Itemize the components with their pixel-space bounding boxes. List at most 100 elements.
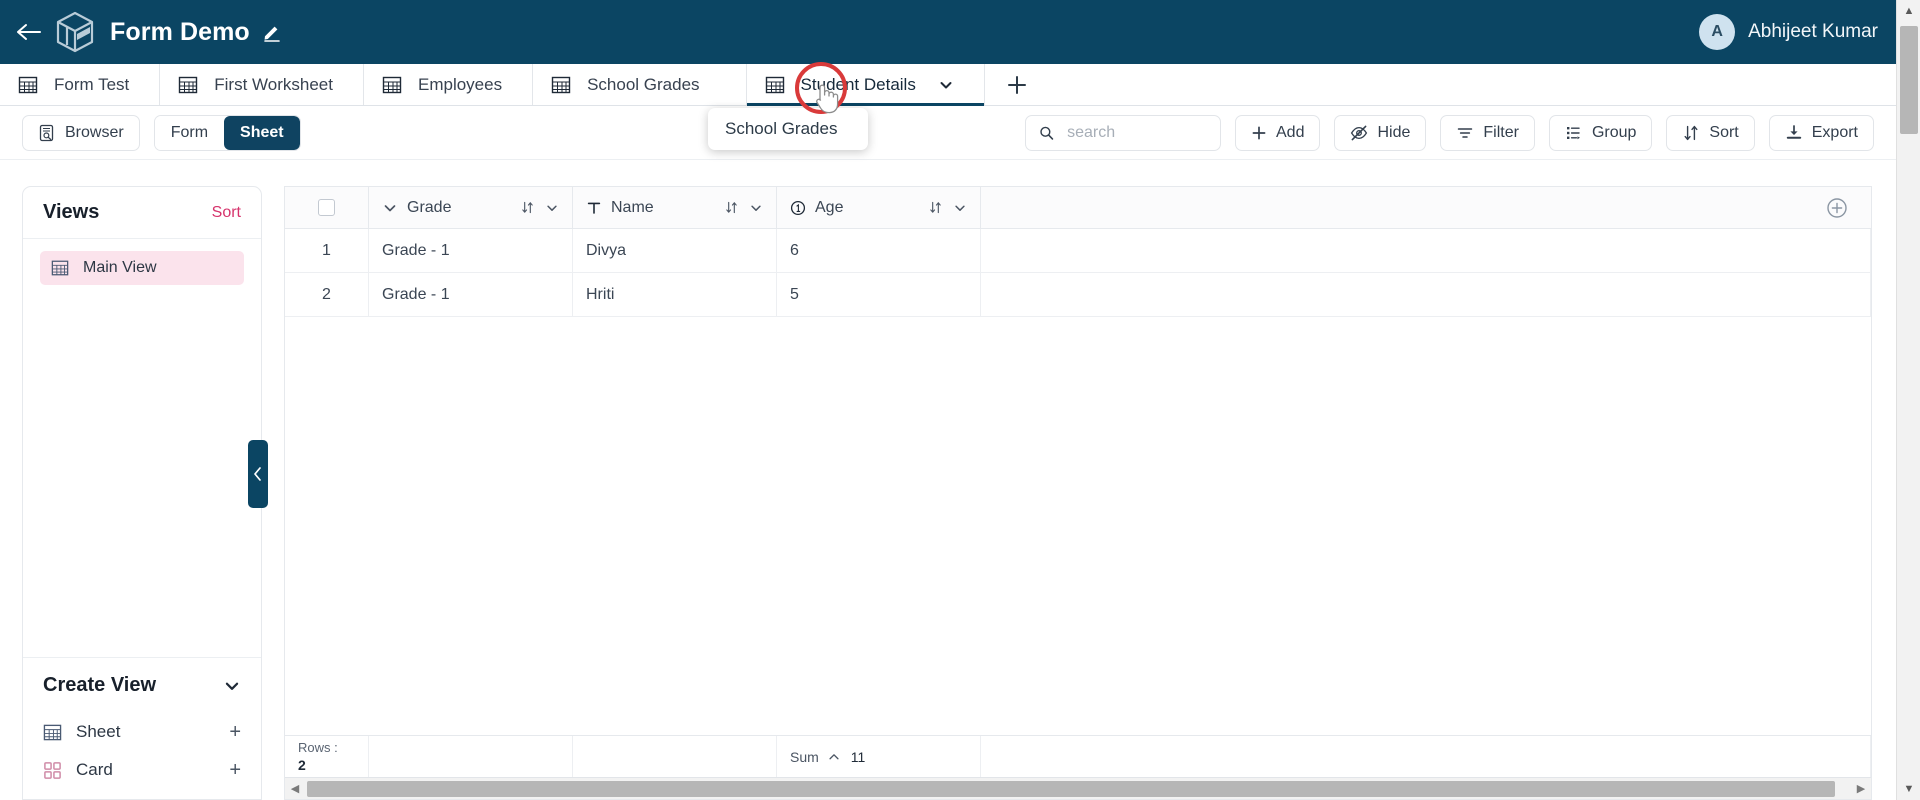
search-input[interactable] bbox=[1065, 122, 1207, 143]
create-view-sheet[interactable]: Sheet + bbox=[43, 713, 241, 751]
vscroll-thumb[interactable] bbox=[1900, 26, 1918, 134]
browser-label: Browser bbox=[65, 123, 124, 141]
tab-student-details[interactable]: Student Details bbox=[746, 64, 985, 106]
views-sort-button[interactable]: Sort bbox=[212, 204, 241, 222]
add-sheet-view-button[interactable]: + bbox=[229, 721, 241, 744]
back-button[interactable] bbox=[14, 17, 44, 47]
hscroll-thumb[interactable] bbox=[307, 780, 1835, 797]
add-card-view-button[interactable]: + bbox=[229, 759, 241, 782]
rows-value: 2 bbox=[298, 757, 306, 773]
sort-button[interactable]: Sort bbox=[1666, 114, 1755, 151]
table-icon bbox=[551, 75, 571, 95]
select-all-checkbox[interactable] bbox=[318, 199, 335, 216]
chevron-up-icon[interactable] bbox=[827, 750, 841, 764]
plus-icon bbox=[1252, 126, 1266, 139]
cell-grade[interactable]: Grade - 1 bbox=[369, 229, 573, 272]
number-1-icon bbox=[790, 200, 806, 216]
views-title: Views bbox=[43, 201, 100, 223]
search-icon bbox=[1040, 126, 1054, 140]
tab-form-test[interactable]: Form Test bbox=[0, 64, 161, 105]
group-label: Group bbox=[1591, 123, 1637, 141]
views-list: Main View bbox=[23, 239, 261, 285]
column-menu-icon[interactable] bbox=[749, 201, 763, 215]
column-header-controls bbox=[724, 200, 763, 215]
hscroll-track[interactable] bbox=[305, 780, 1851, 797]
sort-arrows-icon[interactable] bbox=[928, 200, 943, 215]
search-box[interactable] bbox=[1025, 114, 1221, 151]
hide-fields-button[interactable]: Hide bbox=[1334, 114, 1427, 151]
chevron-down-icon bbox=[382, 200, 398, 216]
sidebar-collapse-handle[interactable] bbox=[248, 440, 268, 508]
create-view-title: Create View bbox=[43, 674, 157, 696]
tab-label: First Worksheet bbox=[214, 74, 333, 94]
plus-circle-icon bbox=[1827, 197, 1847, 218]
chevron-down-icon[interactable] bbox=[223, 677, 241, 695]
scroll-up-icon[interactable]: ▲ bbox=[1897, 0, 1920, 22]
summary-grade[interactable] bbox=[369, 736, 573, 777]
cell-grade[interactable]: Grade - 1 bbox=[369, 273, 573, 316]
export-label: Export bbox=[1811, 123, 1858, 141]
view-item-label: Main View bbox=[83, 259, 157, 276]
sum-value: 11 bbox=[850, 748, 866, 765]
summary-name[interactable] bbox=[573, 736, 777, 777]
views-header: Views Sort bbox=[23, 187, 261, 239]
add-label: Add bbox=[1276, 123, 1305, 141]
column-menu-icon[interactable] bbox=[953, 201, 967, 215]
rows-label: Rows : bbox=[298, 740, 338, 755]
window-vertical-scrollbar[interactable]: ▲ ▼ bbox=[1896, 0, 1920, 800]
grid-horizontal-scrollbar[interactable]: ◀ ▶ bbox=[285, 777, 1871, 799]
table-row[interactable]: 2 Grade - 1 Hriti 5 bbox=[285, 273, 1871, 317]
row-index: 1 bbox=[285, 229, 369, 272]
column-header-empty bbox=[981, 187, 1871, 228]
edit-title-button[interactable] bbox=[262, 22, 282, 42]
add-button[interactable]: Add bbox=[1235, 114, 1321, 151]
cell-empty bbox=[981, 229, 1871, 272]
create-view-header[interactable]: Create View bbox=[43, 674, 241, 697]
filter-label: Filter bbox=[1483, 123, 1519, 141]
column-header-label: Name bbox=[611, 198, 654, 216]
filter-icon bbox=[1458, 127, 1473, 138]
cell-age[interactable]: 6 bbox=[777, 229, 981, 272]
grid-header-row: Grade Name Age bbox=[285, 187, 1871, 229]
column-header-grade[interactable]: Grade bbox=[369, 187, 573, 228]
group-button[interactable]: Group bbox=[1548, 114, 1653, 151]
hide-label: Hide bbox=[1377, 123, 1411, 141]
scroll-down-icon[interactable]: ▼ bbox=[1897, 778, 1920, 800]
table-icon bbox=[43, 723, 62, 742]
tab-employees[interactable]: Employees bbox=[364, 64, 534, 105]
scroll-left-icon[interactable]: ◀ bbox=[285, 782, 305, 795]
tabs-spacer bbox=[1049, 64, 1896, 105]
tab-first-worksheet[interactable]: First Worksheet bbox=[160, 64, 364, 105]
add-column-button[interactable] bbox=[1826, 197, 1848, 219]
form-mode-button[interactable]: Form bbox=[154, 115, 225, 150]
column-header-label: Grade bbox=[407, 198, 452, 216]
plus-icon bbox=[1007, 75, 1026, 94]
summary-age[interactable]: Sum 11 bbox=[777, 736, 981, 777]
sheet-mode-button[interactable]: Sheet bbox=[224, 115, 300, 150]
table-row[interactable]: 1 Grade - 1 Divya 6 bbox=[285, 229, 1871, 273]
sort-label: Sort bbox=[1709, 123, 1739, 141]
tab-school-grades[interactable]: School Grades bbox=[533, 64, 747, 105]
column-header-age[interactable]: Age bbox=[777, 187, 981, 228]
browser-button[interactable]: Browser bbox=[22, 114, 140, 151]
cell-name[interactable]: Hriti bbox=[573, 273, 777, 316]
filter-button[interactable]: Filter bbox=[1440, 114, 1535, 151]
scroll-right-icon[interactable]: ▶ bbox=[1851, 782, 1871, 795]
view-item-main-view[interactable]: Main View bbox=[40, 251, 244, 285]
cell-age[interactable]: 5 bbox=[777, 273, 981, 316]
user-menu[interactable]: A Abhijeet Kumar bbox=[1699, 14, 1878, 50]
page-title: Form Demo bbox=[110, 17, 250, 46]
arrow-left-icon bbox=[17, 24, 41, 40]
sort-arrows-icon[interactable] bbox=[724, 200, 739, 215]
cell-name[interactable]: Divya bbox=[573, 229, 777, 272]
sort-arrows-icon[interactable] bbox=[520, 200, 535, 215]
tab-menu-button[interactable] bbox=[938, 77, 954, 93]
column-menu-icon[interactable] bbox=[545, 201, 559, 215]
table-icon bbox=[18, 75, 38, 95]
worksheet-tabs: Form Test First Worksheet Employees Scho… bbox=[0, 64, 1896, 106]
create-view-card[interactable]: Card + bbox=[43, 751, 241, 789]
column-header-controls bbox=[520, 200, 559, 215]
column-header-name[interactable]: Name bbox=[573, 187, 777, 228]
export-button[interactable]: Export bbox=[1768, 114, 1874, 151]
add-tab-button[interactable] bbox=[985, 64, 1049, 105]
